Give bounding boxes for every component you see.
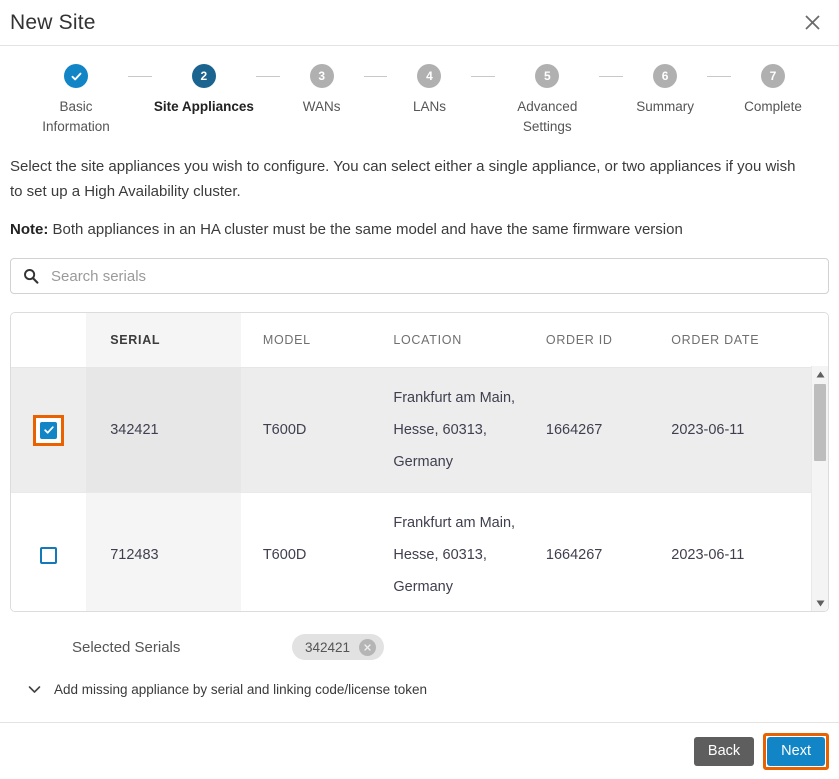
note-label: Note: [10,221,49,238]
step-5-label: Advanced Settings [517,99,578,134]
table-scrollbar[interactable] [811,366,828,611]
instructions-block: Select the site appliances you wish to c… [0,146,839,242]
step-complete[interactable]: 7 Complete [731,64,815,117]
cell-order-date: 2023-06-11 [671,492,828,611]
column-header-order-id[interactable]: ORDER ID [545,313,672,368]
step-2-label: Site Appliances [153,99,254,114]
row-checkbox-checked[interactable] [40,421,58,439]
cell-location: Frankfurt am Main, Hesse, 60313, Germany [393,492,546,611]
table-header: SERIAL MODEL LOCATION ORDER ID ORDER DAT… [11,313,828,368]
step-4-label: LANs [412,99,446,114]
selected-serial-chip[interactable]: 342421 [292,634,385,660]
step-connector-5 [599,76,624,77]
step-connector-6 [707,76,731,77]
step-6-label: Summary [636,99,695,114]
row-checkbox-unchecked[interactable] [40,546,58,564]
selected-serial-chip-label: 342421 [305,639,351,655]
scroll-up-arrow-icon[interactable] [812,366,828,382]
table-body: 342421 T600D Frankfurt am Main, Hesse, 6… [11,367,828,611]
step-advanced-settings[interactable]: 5 Advanced Settings [495,64,599,137]
cell-order-date: 2023-06-11 [671,367,828,493]
step-3-label: WANs [302,99,341,114]
step-basic-information[interactable]: Basic Information [24,64,128,137]
scrollbar-thumb[interactable] [814,384,826,461]
step-lans[interactable]: 4 LANs [387,64,471,117]
selected-serials-row: Selected Serials 342421 [72,634,839,660]
add-missing-appliance-expander[interactable]: Add missing appliance by serial and link… [28,682,839,697]
column-header-serial[interactable]: SERIAL [86,313,241,368]
chevron-down-icon [28,685,41,694]
dialog-footer: Back Next [0,722,839,779]
step-site-appliances[interactable]: 2 Site Appliances [152,64,256,117]
note-text: Both appliances in an HA cluster must be… [48,221,683,238]
step-wans[interactable]: 3 WANs [280,64,364,117]
dialog-header: New Site [0,0,839,46]
instruction-paragraph: Select the site appliances you wish to c… [10,158,796,200]
step-connector-3 [363,76,388,77]
step-summary[interactable]: 6 Summary [623,64,707,117]
step-connector-2 [255,76,280,77]
next-button-focus-ring: Next [763,732,829,770]
step-5-circle: 5 [535,64,560,88]
step-7-label: Complete [744,99,802,114]
cell-serial: 342421 [86,367,241,493]
back-button[interactable]: Back [693,736,755,766]
column-header-select [11,313,87,368]
remove-chip-icon[interactable] [359,638,377,656]
selected-serials-label: Selected Serials [72,638,181,656]
scroll-down-arrow-icon[interactable] [812,595,828,611]
table-header-row: SERIAL MODEL LOCATION ORDER ID ORDER DAT… [11,313,828,368]
cell-order-id: 1664267 [545,367,672,493]
row-select-cell[interactable] [11,492,87,611]
step-connector-1 [128,76,152,77]
search-bar[interactable] [10,258,829,294]
row-checkbox-focus-ring[interactable] [33,414,65,446]
appliance-table-element: SERIAL MODEL LOCATION ORDER ID ORDER DAT… [11,313,828,611]
step-4-circle: 4 [417,64,442,88]
add-missing-appliance-label: Add missing appliance by serial and link… [54,682,427,697]
cell-model: T600D [240,367,394,493]
step-3-circle: 3 [309,64,334,88]
step-6-circle: 6 [653,64,678,88]
note-paragraph: Note: Both appliances in an HA cluster m… [10,218,821,242]
cell-location: Frankfurt am Main, Hesse, 60313, Germany [393,367,546,493]
column-header-model[interactable]: MODEL [240,313,394,368]
search-icon [23,268,39,284]
appliance-table: SERIAL MODEL LOCATION ORDER ID ORDER DAT… [10,312,829,612]
table-row[interactable]: 342421 T600D Frankfurt am Main, Hesse, 6… [11,367,828,493]
step-connector-4 [471,76,496,77]
cell-serial: 712483 [86,492,241,611]
table-row[interactable]: 712483 T600D Frankfurt am Main, Hesse, 6… [11,492,828,611]
row-select-cell[interactable] [11,367,87,493]
row-checkbox-wrapper[interactable] [33,540,64,571]
cell-model: T600D [240,492,394,611]
page-title: New Site [10,10,96,34]
step-1-circle [64,64,88,88]
next-button[interactable]: Next [767,736,825,766]
close-icon[interactable] [799,10,825,36]
column-header-location[interactable]: LOCATION [393,313,546,368]
step-1-label: Basic Information [42,99,110,134]
search-input[interactable] [49,259,816,293]
step-7-circle: 7 [760,64,785,88]
step-2-circle: 2 [191,64,216,88]
column-header-order-date[interactable]: ORDER DATE [671,313,828,368]
cell-order-id: 1664267 [545,492,672,611]
wizard-stepper: Basic Information 2 Site Appliances 3 WA… [0,46,839,146]
